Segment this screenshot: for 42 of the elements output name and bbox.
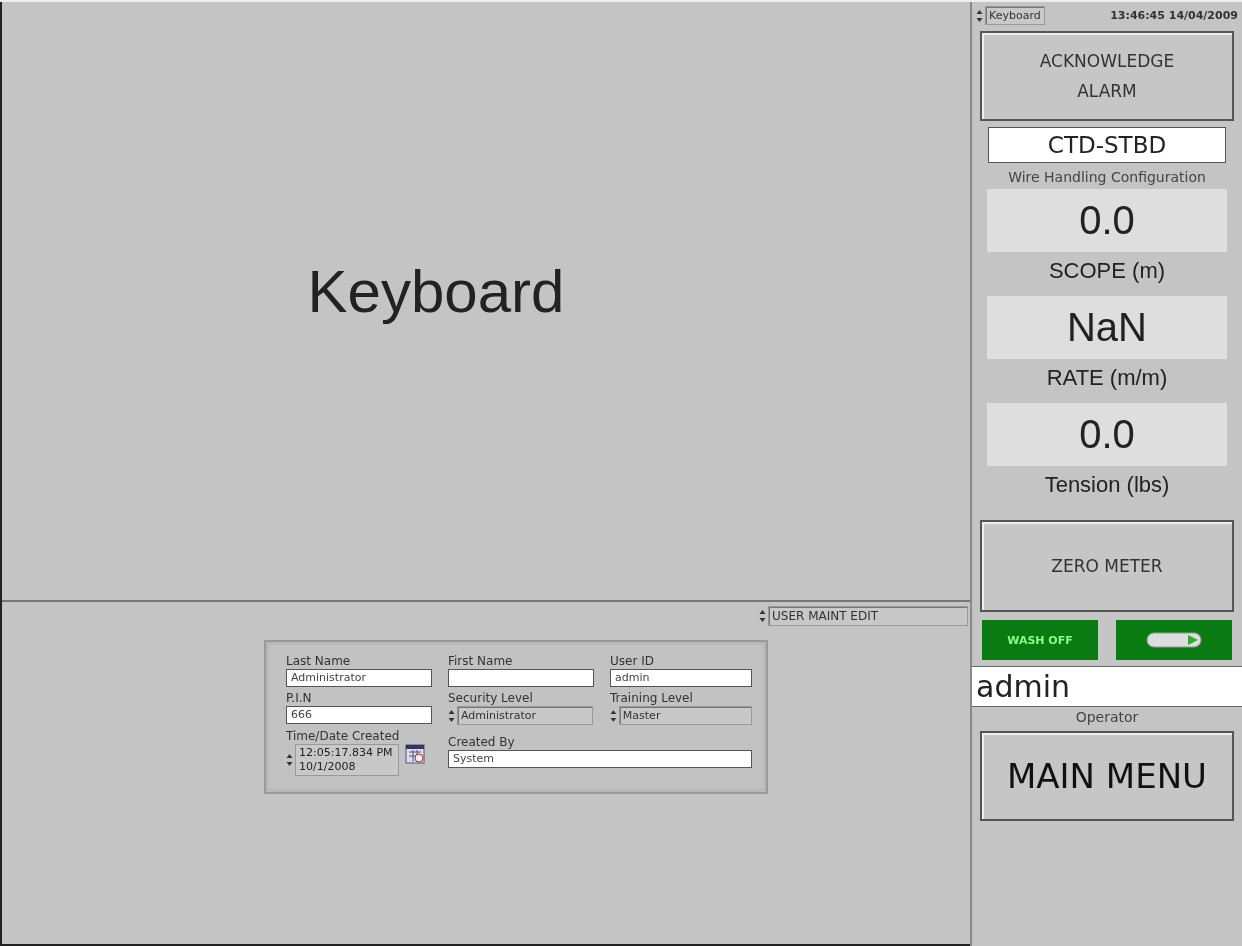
field-label: Training Level — [610, 691, 694, 705]
up-down-arrows-icon[interactable] — [759, 609, 766, 623]
up-down-arrows-icon[interactable] — [976, 8, 983, 23]
panel-title: Keyboard — [307, 256, 566, 327]
text-field[interactable]: Administrator — [286, 669, 432, 687]
up-down-arrows-icon[interactable] — [448, 708, 455, 723]
field-label: P.I.N — [286, 691, 313, 705]
acknowledge-alarm-button[interactable]: ACKNOWLEDGE ALARM — [980, 31, 1234, 121]
mode-selector[interactable]: Keyboard — [985, 6, 1045, 25]
zero-meter-button[interactable]: ZERO METER — [980, 520, 1234, 612]
text-field[interactable]: System — [448, 750, 752, 768]
reading-display: NaN — [987, 296, 1227, 359]
clock-text: 13:46:45 14/04/2009 — [1110, 9, 1238, 22]
up-down-arrows-icon[interactable] — [610, 708, 617, 723]
field-label: Created By — [448, 735, 516, 749]
field-label: First Name — [448, 654, 514, 668]
operator-label: Operator — [1075, 709, 1139, 725]
timestamp-field[interactable]: 12:05:17.834 PM 10/1/2008 — [295, 744, 399, 776]
wash-toggle[interactable] — [1116, 620, 1232, 660]
calendar-icon[interactable] — [405, 744, 425, 764]
field-label: Security Level — [448, 691, 534, 705]
field-label: Time/Date Created — [286, 729, 401, 743]
main-menu-button[interactable]: MAIN MENU — [980, 731, 1234, 821]
page-selector[interactable]: USER MAINT EDIT — [768, 606, 968, 626]
wash-indicator: WASH OFF — [982, 620, 1098, 660]
reading-label: SCOPE (m) — [1048, 258, 1166, 284]
reading-label: RATE (m/m) — [1046, 365, 1168, 391]
reading-label: Tension (lbs) — [1044, 472, 1170, 498]
reading-display: 0.0 — [987, 189, 1227, 252]
text-field[interactable] — [448, 669, 594, 687]
ring-selector[interactable]: Master — [618, 706, 752, 725]
ring-selector[interactable]: Administrator — [457, 706, 593, 725]
operator-field[interactable]: admin — [972, 666, 1242, 707]
field-label: User ID — [610, 654, 655, 668]
configuration-label: Wire Handling Configuration — [1008, 169, 1206, 185]
toggle-switch-icon[interactable] — [1146, 631, 1202, 649]
reading-display: 0.0 — [987, 403, 1227, 466]
up-down-arrows-icon[interactable] — [286, 753, 293, 767]
field-label: Last Name — [286, 654, 352, 668]
text-field[interactable]: 666 — [286, 706, 432, 724]
configuration-display: CTD-STBD — [988, 127, 1226, 163]
text-field[interactable]: admin — [610, 669, 752, 687]
